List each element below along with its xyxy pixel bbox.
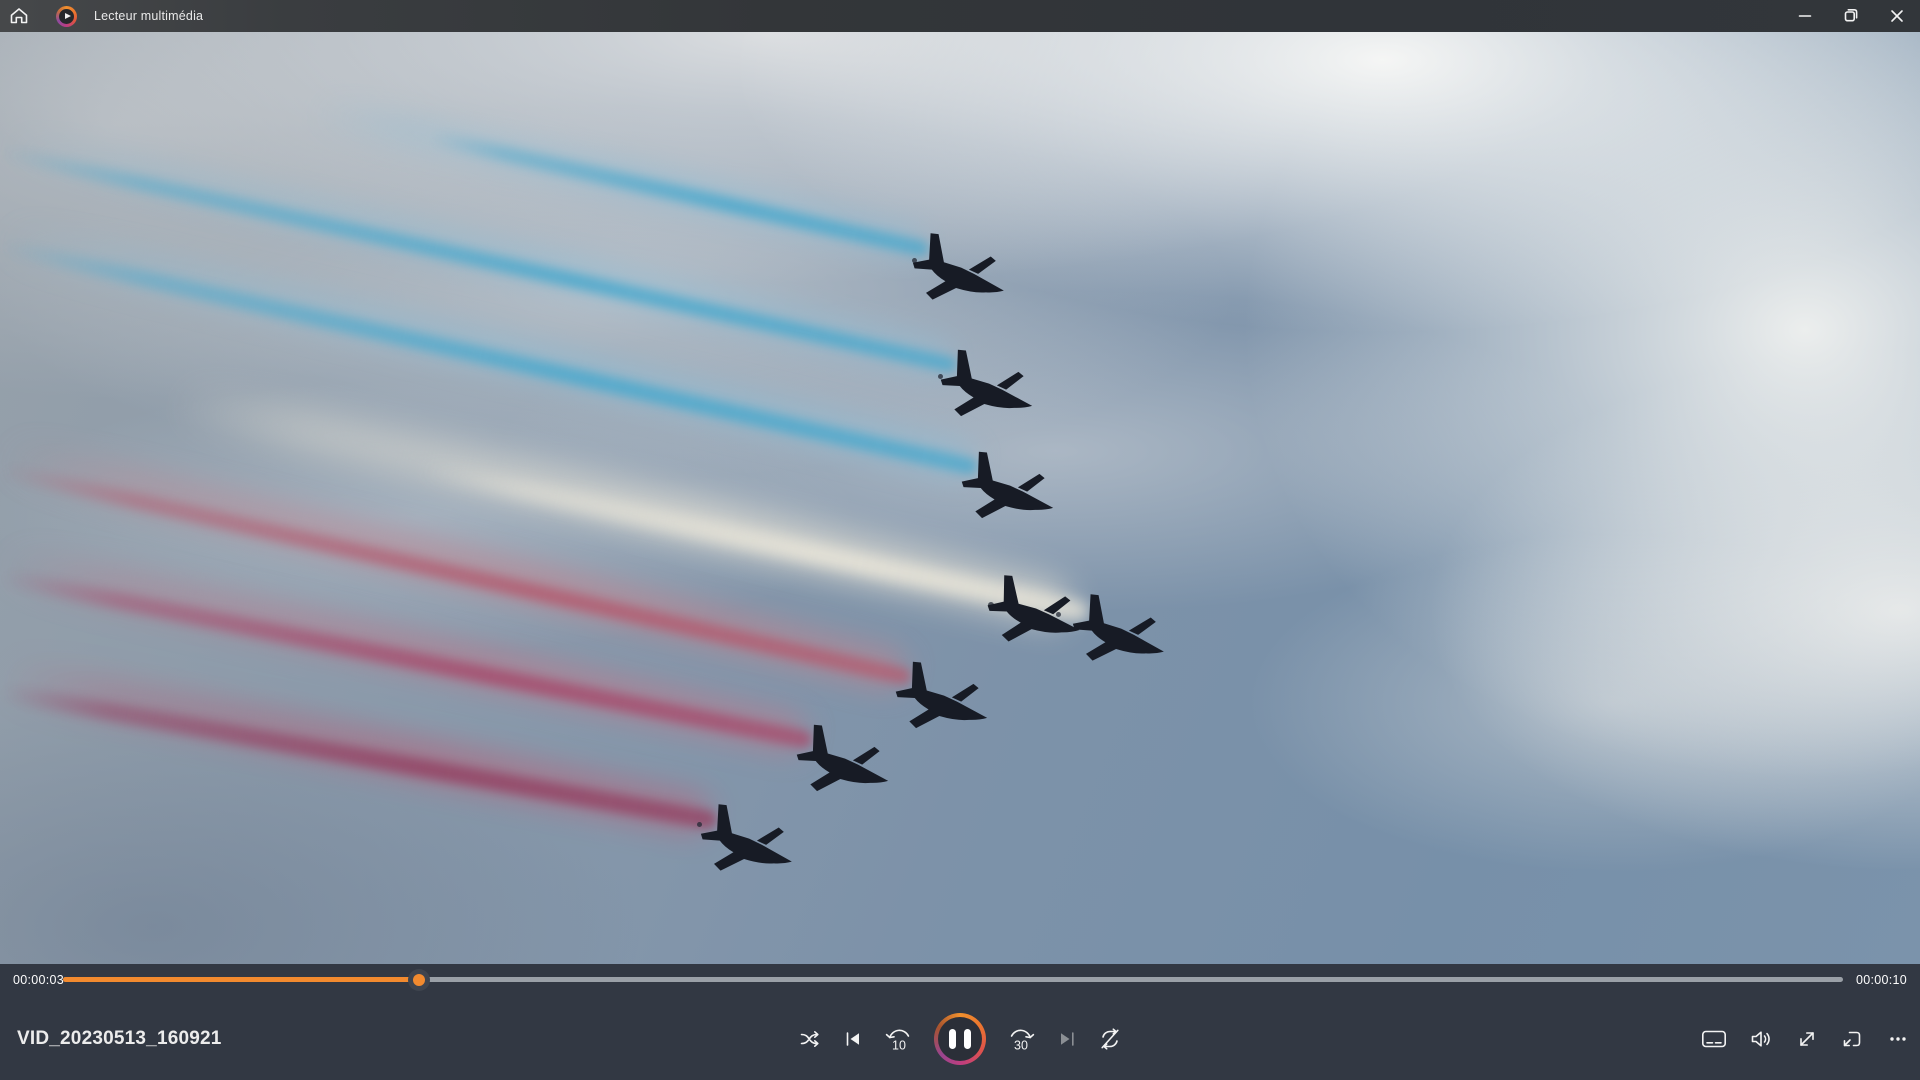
subtitles-icon xyxy=(1701,1028,1727,1050)
media-player-window: Lecteur multimédia 00:00:03 xyxy=(0,0,1920,1080)
playback-bar: 00:00:03 00:00:10 VID_20230513_160921 xyxy=(0,964,1920,1080)
repeat-off-icon xyxy=(1098,1027,1122,1051)
restore-button[interactable] xyxy=(1828,0,1874,32)
fullscreen-icon xyxy=(1796,1028,1818,1050)
seek-fill xyxy=(63,977,419,982)
previous-track-icon xyxy=(842,1028,864,1050)
home-icon xyxy=(1,0,37,32)
minimize-button[interactable] xyxy=(1782,0,1828,32)
seek-track[interactable] xyxy=(63,977,1843,982)
close-icon xyxy=(1874,0,1920,32)
seek-thumb[interactable] xyxy=(408,969,430,991)
secondary-controls xyxy=(1701,1028,1910,1050)
video-canvas[interactable] xyxy=(0,32,1920,964)
restore-icon xyxy=(1828,0,1874,32)
minimize-icon xyxy=(1782,0,1828,32)
svg-text:10: 10 xyxy=(892,1039,906,1053)
subtitles-button[interactable] xyxy=(1701,1028,1727,1050)
shuffle-icon xyxy=(798,1027,822,1051)
home-button[interactable] xyxy=(0,0,38,32)
app-title: Lecteur multimédia xyxy=(94,9,203,23)
shuffle-button[interactable] xyxy=(798,1027,822,1051)
repeat-off-button[interactable] xyxy=(1098,1027,1122,1051)
close-button[interactable] xyxy=(1874,0,1920,32)
volume-icon xyxy=(1749,1028,1774,1050)
volume-button[interactable] xyxy=(1749,1028,1774,1050)
transport-controls: 10 30 xyxy=(798,1013,1122,1065)
total-time: 00:00:10 xyxy=(1856,973,1907,987)
skip-back-10-icon: 10 xyxy=(884,1026,914,1052)
next-track-icon xyxy=(1056,1028,1078,1050)
more-options-icon xyxy=(1886,1028,1910,1050)
media-filename: VID_20230513_160921 xyxy=(17,1028,222,1050)
skip-back-10-button[interactable]: 10 xyxy=(884,1026,914,1052)
seek-thumb-dot xyxy=(413,974,425,986)
seek-row: 00:00:03 00:00:10 xyxy=(0,964,1920,998)
fullscreen-button[interactable] xyxy=(1796,1028,1818,1050)
controls-row: VID_20230513_160921 xyxy=(0,998,1920,1080)
titlebar: Lecteur multimédia xyxy=(0,0,1920,32)
skip-forward-30-button[interactable]: 30 xyxy=(1006,1026,1036,1052)
current-time: 00:00:03 xyxy=(13,973,64,987)
svg-text:30: 30 xyxy=(1014,1039,1028,1053)
pause-icon xyxy=(938,1017,982,1061)
previous-track-button[interactable] xyxy=(842,1028,864,1050)
mini-player-button[interactable] xyxy=(1840,1028,1864,1050)
skip-forward-30-icon: 30 xyxy=(1006,1026,1036,1052)
next-track-button[interactable] xyxy=(1056,1028,1078,1050)
more-options-button[interactable] xyxy=(1886,1028,1910,1050)
mini-player-icon xyxy=(1840,1028,1864,1050)
pause-button[interactable] xyxy=(934,1013,986,1065)
app-logo-icon xyxy=(56,6,77,27)
